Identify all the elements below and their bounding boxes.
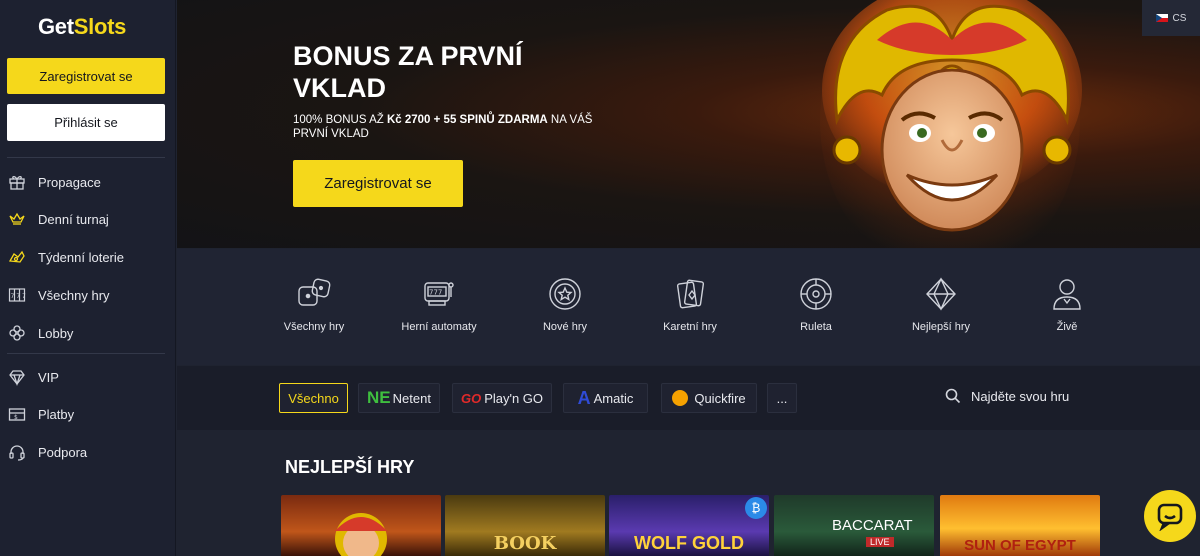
sidebar-item-vip[interactable]: VIP bbox=[0, 360, 176, 394]
joker-thumbnail-icon bbox=[335, 513, 387, 556]
sidebar-item-label: Propagace bbox=[38, 174, 101, 190]
chat-bubble-icon bbox=[1157, 503, 1183, 531]
sidebar-item-tydenni-loterie[interactable]: Týdenní loterie bbox=[0, 240, 176, 274]
category-label: Živě bbox=[1056, 321, 1078, 333]
category-label: Nové hry bbox=[542, 321, 588, 333]
category-zive[interactable]: Živě bbox=[1012, 275, 1122, 333]
provider-playngo-button[interactable]: GO Play'n GO bbox=[452, 383, 552, 413]
provider-quickfire-button[interactable]: Quickfire bbox=[661, 383, 757, 413]
logo[interactable]: GetSlots bbox=[38, 14, 126, 40]
category-label: Herní automaty bbox=[401, 321, 477, 333]
headset-icon bbox=[7, 442, 27, 462]
sidebar-item-podpora[interactable]: Podpora bbox=[0, 435, 176, 469]
section-title: NEJLEPŠÍ HRY bbox=[285, 457, 415, 477]
language-selector[interactable]: CS bbox=[1142, 0, 1200, 36]
sidebar: GetSlots Zaregistrovat se Přihlásit se P… bbox=[0, 0, 176, 556]
lottery-icon bbox=[7, 247, 27, 267]
bitcoin-badge-icon: ₿ bbox=[745, 497, 767, 519]
sidebar-item-lobby[interactable]: Lobby bbox=[0, 316, 176, 350]
live-dealer-icon bbox=[1053, 279, 1081, 310]
star-chip-icon bbox=[549, 278, 581, 310]
category-nove-hry[interactable]: Nové hry bbox=[510, 275, 620, 333]
dice-icon bbox=[298, 278, 331, 306]
payment-icon: $ bbox=[7, 404, 27, 424]
game-name: SUN OF EGYPT bbox=[964, 537, 1076, 554]
slot-777-icon: 7 7 7 bbox=[7, 285, 27, 305]
diamond-icon bbox=[7, 367, 27, 387]
hero-register-button[interactable]: Zaregistrovat se bbox=[293, 160, 463, 207]
netent-logo-icon: NE bbox=[367, 388, 391, 407]
sidebar-item-platby[interactable]: $ Platby bbox=[0, 397, 176, 431]
provider-all-button[interactable]: Všechno bbox=[279, 383, 348, 413]
slot-machine-icon: 777 bbox=[424, 282, 454, 306]
provider-filter-bar: Všechno NE Netent GO Play'n GO A Amatic … bbox=[177, 366, 1200, 430]
category-bar: Všechny hry 777 Herní automaty Nové hry … bbox=[177, 249, 1200, 365]
game-tile[interactable]: BOOK bbox=[445, 495, 605, 556]
category-ruleta[interactable]: Ruleta bbox=[761, 275, 871, 333]
login-button[interactable]: Přihlásit se bbox=[7, 104, 165, 141]
clover-icon bbox=[7, 323, 27, 343]
category-nejlepsi-hry[interactable]: Nejlepší hry bbox=[886, 275, 996, 333]
cards-icon bbox=[676, 279, 705, 309]
category-label: Nejlepší hry bbox=[911, 321, 971, 333]
category-label: Ruleta bbox=[800, 321, 832, 333]
provider-amatic-button[interactable]: A Amatic bbox=[563, 383, 648, 413]
crown-icon bbox=[7, 209, 27, 229]
category-karetni-hry[interactable]: Karetní hry bbox=[635, 275, 745, 333]
game-name: BACCARAT bbox=[832, 517, 913, 534]
provider-more-button[interactable]: ... bbox=[767, 383, 797, 413]
czech-flag-icon bbox=[1155, 14, 1168, 22]
diamond-icon bbox=[926, 277, 956, 311]
game-name: WOLF GOLD bbox=[634, 533, 744, 553]
category-label: Karetní hry bbox=[663, 321, 717, 333]
sidebar-item-label: Podpora bbox=[38, 444, 88, 460]
joker-illustration bbox=[822, 0, 1082, 232]
roulette-icon bbox=[800, 278, 832, 310]
sidebar-item-label: Platby bbox=[38, 406, 75, 422]
game-tile[interactable]: ₿ WOLF GOLD bbox=[609, 495, 769, 556]
svg-text:7 7 7: 7 7 7 bbox=[11, 293, 26, 300]
game-sub-label: LIVE bbox=[866, 537, 894, 547]
game-tile[interactable] bbox=[281, 495, 441, 556]
hero-title: BONUS ZA PRVNÍ VKLAD bbox=[293, 41, 523, 103]
language-code: CS bbox=[1172, 12, 1187, 24]
sidebar-item-label: Denní turnaj bbox=[38, 211, 109, 227]
game-name: BOOK bbox=[493, 533, 557, 554]
sidebar-item-label: Všechny hry bbox=[38, 287, 110, 303]
provider-netent-button[interactable]: NE Netent bbox=[358, 383, 440, 413]
hero-subtitle: 100% BONUS AŽ Kč 2700 + 55 SPINŮ ZDARMA … bbox=[293, 114, 593, 140]
best-games-section: NEJLEPŠÍ HRY BOOK ₿ WOLF GOLD BACCARAT L… bbox=[177, 431, 1200, 556]
sidebar-item-vsechny-hry[interactable]: 7 7 7 Všechny hry bbox=[0, 278, 176, 312]
provider-label: Play'n GO bbox=[484, 390, 544, 406]
category-label: Všechny hry bbox=[283, 321, 345, 333]
sidebar-item-label: VIP bbox=[38, 369, 59, 385]
game-tile[interactable]: BACCARAT LIVE bbox=[774, 495, 934, 556]
sidebar-item-propagace[interactable]: Propagace bbox=[0, 165, 176, 199]
game-tile[interactable]: SUN OF EGYPT bbox=[940, 495, 1100, 556]
playngo-logo-icon: GO bbox=[460, 390, 482, 406]
register-button[interactable]: Zaregistrovat se bbox=[7, 58, 165, 94]
provider-label: Quickfire bbox=[694, 390, 746, 406]
category-herni-automaty[interactable]: 777 Herní automaty bbox=[384, 275, 494, 333]
provider-label: Netent bbox=[392, 390, 431, 406]
hero-banner: BONUS ZA PRVNÍ VKLAD 100% BONUS AŽ Kč 27… bbox=[177, 0, 1200, 248]
search-icon bbox=[945, 388, 961, 404]
search-label: Najděte svou hru bbox=[971, 388, 1070, 404]
sidebar-item-label: Týdenní loterie bbox=[38, 249, 124, 265]
game-search[interactable]: Najděte svou hru bbox=[945, 388, 1069, 404]
quickfire-logo-icon bbox=[672, 390, 689, 406]
sidebar-divider bbox=[7, 157, 165, 158]
svg-text:$: $ bbox=[14, 414, 18, 421]
gift-icon bbox=[7, 172, 27, 192]
amatic-logo-icon: A bbox=[577, 387, 591, 408]
sidebar-item-denni-turnaj[interactable]: Denní turnaj bbox=[0, 202, 176, 236]
sidebar-item-label: Lobby bbox=[38, 325, 74, 341]
category-vsechny-hry[interactable]: Všechny hry bbox=[259, 275, 369, 333]
provider-label: Amatic bbox=[593, 390, 634, 406]
svg-text:777: 777 bbox=[429, 289, 442, 297]
sidebar-divider bbox=[7, 353, 165, 354]
chat-button[interactable] bbox=[1144, 490, 1196, 542]
